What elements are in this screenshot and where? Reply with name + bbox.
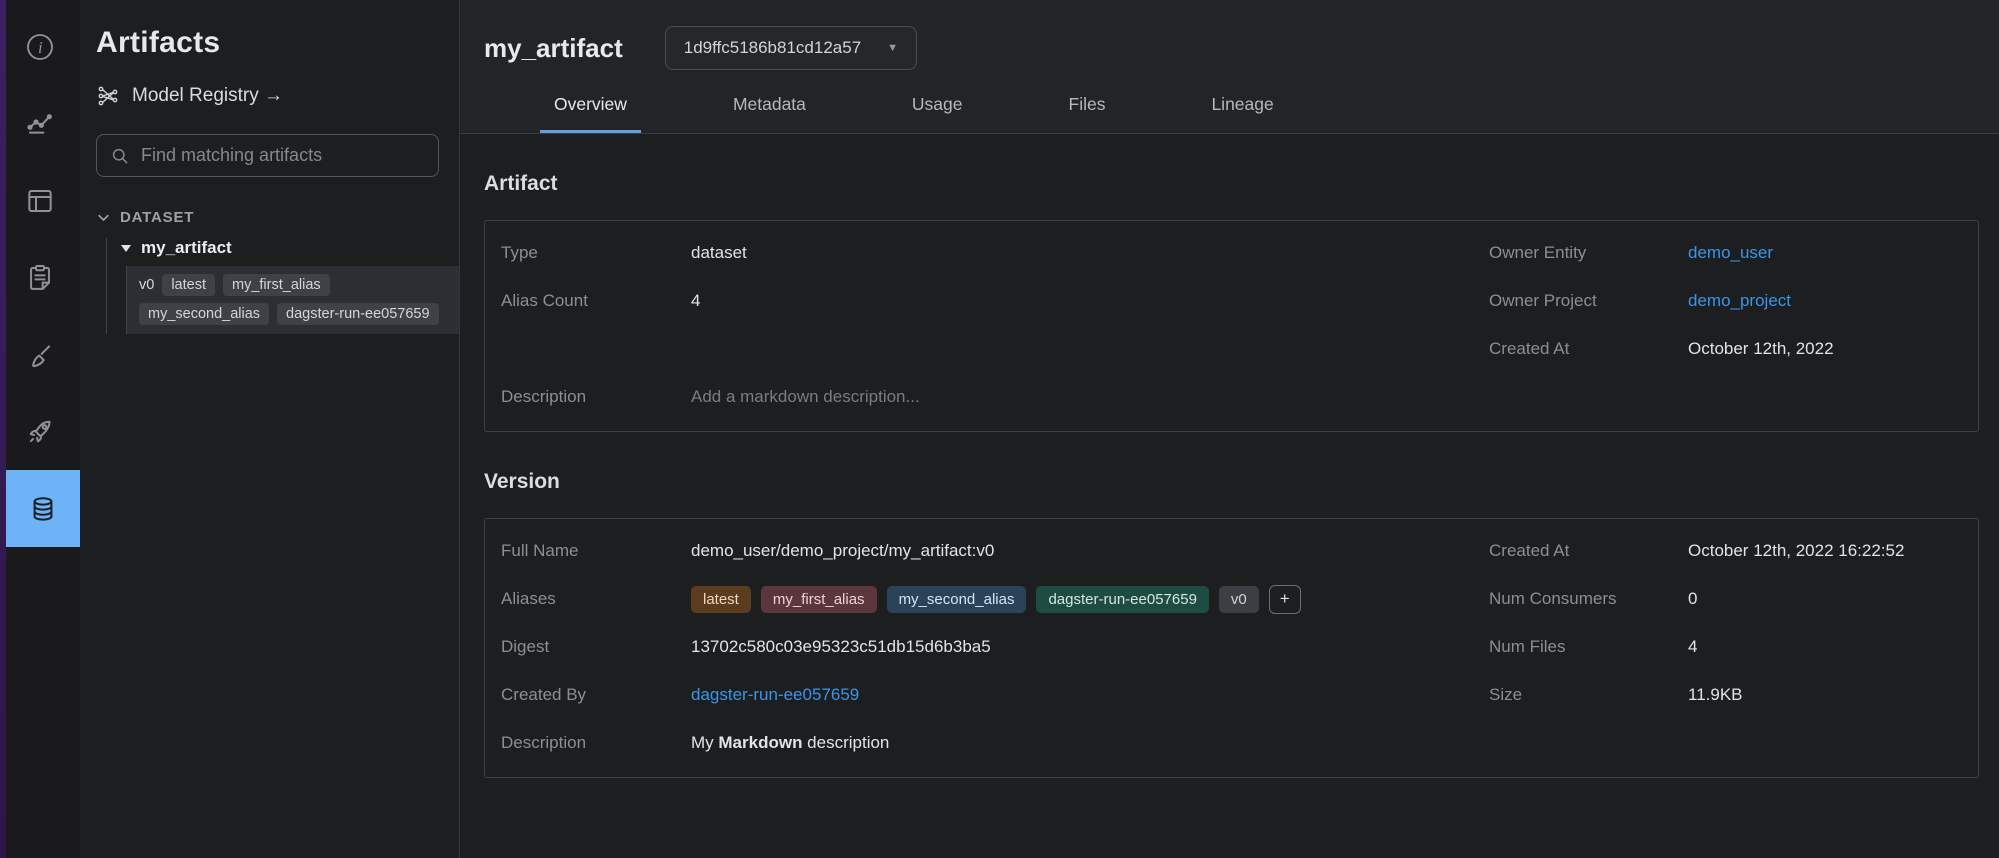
created-by-link[interactable]: dagster-run-ee057659: [691, 685, 859, 705]
tree-group-label: DATASET: [120, 209, 194, 226]
version-alias-chip: dagster-run-ee057659: [277, 303, 439, 325]
caret-down-icon: ▼: [887, 42, 898, 54]
table-icon: [24, 185, 56, 217]
version-alias-chip: latest: [162, 274, 215, 296]
broom-icon: [24, 339, 56, 371]
field-owner-entity: Owner Entity demo_user: [1489, 229, 1954, 277]
field-version-created-at: Created At October 12th, 2022 16:22:52: [1489, 527, 1954, 575]
svg-text:i: i: [38, 37, 43, 56]
rail-item-artifacts[interactable]: [6, 470, 80, 547]
rail-item-tables[interactable]: [0, 162, 80, 239]
overview-content: Artifact Type dataset Alias Count 4 Desc…: [460, 134, 1999, 778]
field-type: Type dataset: [501, 229, 1489, 277]
artifacts-sidebar: Artifacts Model Registry → DATASET: [80, 0, 460, 858]
version-selector-value: 1d9ffc5186b81cd12a57: [684, 38, 861, 58]
tree-item-my-artifact[interactable]: my_artifact: [120, 238, 439, 258]
rocket-icon: [24, 416, 56, 448]
field-size: Size 11.9KB: [1489, 671, 1954, 719]
artifact-tree: DATASET my_artifact v0 latest my_first_a…: [96, 209, 439, 334]
rail-item-sweeps[interactable]: [0, 316, 80, 393]
artifact-section-heading: Artifact: [484, 172, 1979, 196]
search-icon: [110, 146, 130, 166]
icon-rail: i: [0, 0, 80, 858]
version-panel: Full Name demo_user/demo_project/my_arti…: [484, 518, 1979, 778]
field-created-by: Created By dagster-run-ee057659: [501, 671, 1489, 719]
version-selector-dropdown[interactable]: 1d9ffc5186b81cd12a57 ▼: [665, 26, 917, 70]
version-section-heading: Version: [484, 470, 1979, 494]
rail-item-reports[interactable]: [0, 239, 80, 316]
model-registry-icon: [96, 84, 120, 108]
tab-lineage[interactable]: Lineage: [1197, 94, 1287, 133]
model-registry-link[interactable]: Model Registry →: [96, 84, 439, 108]
alias-badge-latest[interactable]: latest: [691, 586, 751, 613]
database-icon: [27, 493, 59, 525]
rail-item-info[interactable]: i: [0, 8, 80, 85]
sidebar-title: Artifacts: [96, 26, 439, 60]
version-alias-chip: my_first_alias: [223, 274, 330, 296]
field-version-description: Description My Markdown description: [501, 719, 1489, 767]
version-alias-chip: my_second_alias: [139, 303, 269, 325]
alias-badge-v0[interactable]: v0: [1219, 586, 1259, 613]
field-digest: Digest 13702c580c03e95323c51db15d6b3ba5: [501, 623, 1489, 671]
field-num-consumers: Num Consumers 0: [1489, 575, 1954, 623]
version-description-value: My Markdown description: [691, 733, 889, 753]
tab-metadata[interactable]: Metadata: [719, 94, 820, 133]
chevron-down-icon: [96, 210, 111, 225]
line-chart-icon: [24, 108, 56, 140]
rail-item-charts[interactable]: [0, 85, 80, 162]
version-name: v0: [139, 277, 154, 293]
add-alias-button[interactable]: +: [1269, 585, 1301, 614]
tree-version-item-v0[interactable]: v0 latest my_first_alias my_second_alias…: [127, 266, 459, 334]
alias-badge-my-second-alias[interactable]: my_second_alias: [887, 586, 1027, 613]
field-full-name: Full Name demo_user/demo_project/my_arti…: [501, 527, 1489, 575]
field-artifact-description: Description Add a markdown description..…: [501, 373, 1489, 421]
search-input[interactable]: [141, 145, 425, 166]
artifact-panel: Type dataset Alias Count 4 Description A…: [484, 220, 1979, 432]
rail-item-launch[interactable]: [0, 393, 80, 470]
tab-bar: Overview Metadata Usage Files Lineage: [484, 94, 1999, 133]
clipboard-icon: [24, 262, 56, 294]
field-owner-project: Owner Project demo_project: [1489, 277, 1954, 325]
page-title: my_artifact: [484, 33, 623, 64]
field-aliases: Aliases latest my_first_alias my_second_…: [501, 575, 1489, 623]
model-registry-label: Model Registry →: [132, 85, 283, 107]
info-icon: i: [24, 31, 56, 63]
artifact-search[interactable]: [96, 134, 439, 177]
alias-badge-my-first-alias[interactable]: my_first_alias: [761, 586, 877, 613]
field-num-files: Num Files 4: [1489, 623, 1954, 671]
tab-files[interactable]: Files: [1055, 94, 1120, 133]
triangle-down-icon: [120, 242, 132, 254]
main-panel: my_artifact 1d9ffc5186b81cd12a57 ▼ Overv…: [460, 0, 1999, 858]
owner-entity-link[interactable]: demo_user: [1688, 243, 1773, 263]
owner-project-link[interactable]: demo_project: [1688, 291, 1791, 311]
main-header: my_artifact 1d9ffc5186b81cd12a57 ▼ Overv…: [460, 0, 1999, 134]
tab-usage[interactable]: Usage: [898, 94, 977, 133]
field-artifact-created-at: Created At October 12th, 2022: [1489, 325, 1954, 373]
tab-overview[interactable]: Overview: [540, 94, 641, 133]
tree-artifact-label: my_artifact: [141, 238, 232, 258]
description-placeholder[interactable]: Add a markdown description...: [691, 387, 920, 407]
field-alias-count: Alias Count 4: [501, 277, 1489, 325]
tree-group-dataset[interactable]: DATASET: [96, 209, 439, 226]
alias-badge-dagster-run[interactable]: dagster-run-ee057659: [1036, 586, 1208, 613]
